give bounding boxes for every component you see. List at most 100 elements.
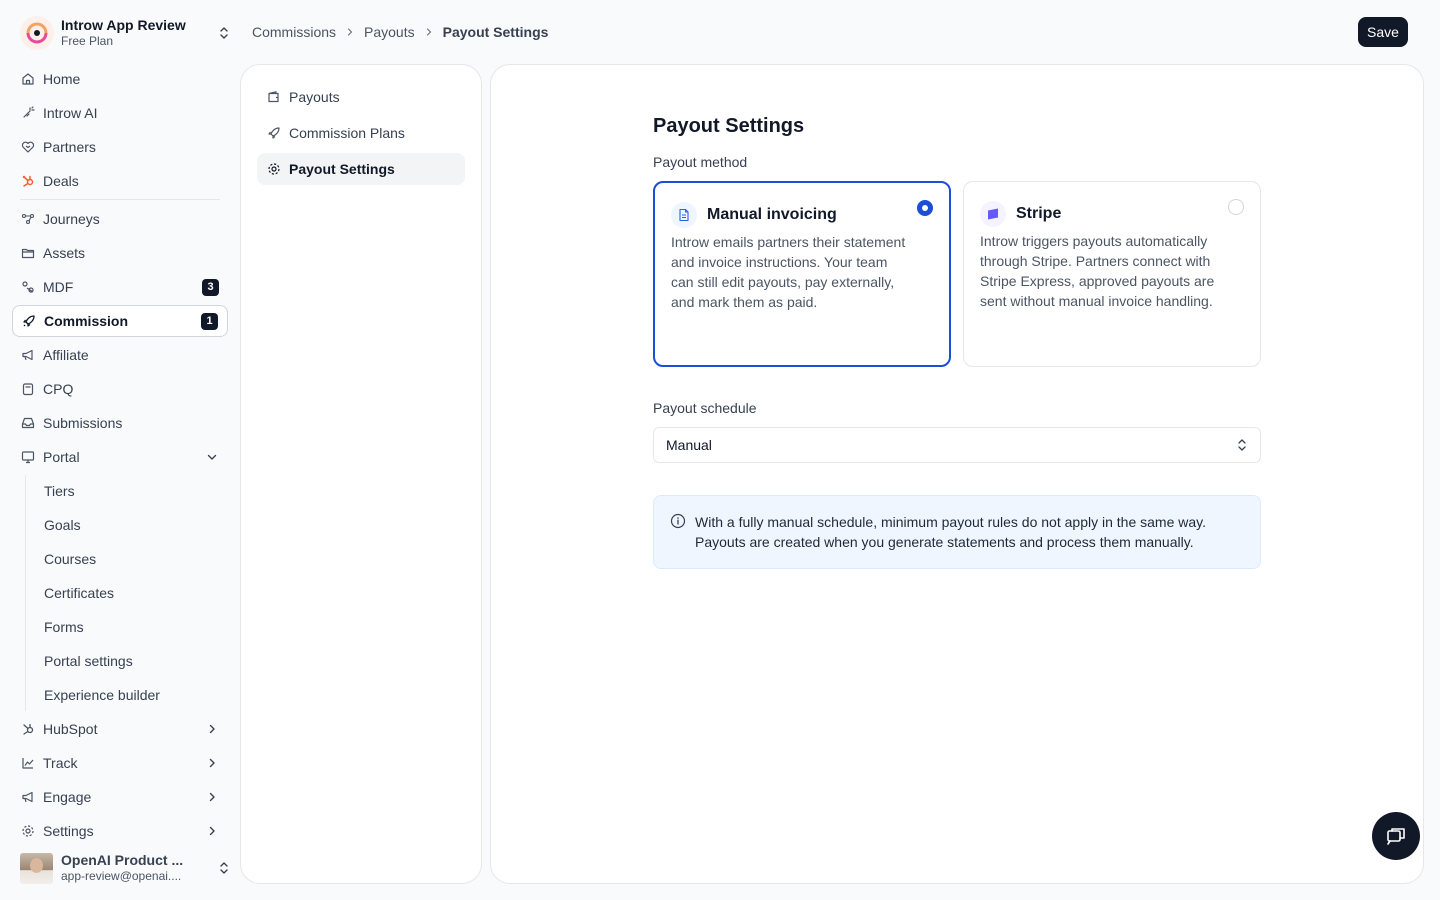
folder-icon <box>21 246 35 260</box>
breadcrumb-payouts[interactable]: Payouts <box>364 24 415 40</box>
avatar <box>20 852 53 884</box>
count-badge: 1 <box>201 312 218 330</box>
sparkles-icon <box>21 106 35 120</box>
sidebar-item-label: CPQ <box>43 381 74 397</box>
count-badge: 3 <box>202 278 219 296</box>
info-callout: With a fully manual schedule, minimum pa… <box>653 495 1261 569</box>
payout-schedule-label: Payout schedule <box>653 400 757 416</box>
card-title: Manual invoicing <box>707 206 837 223</box>
chevron-down-icon <box>207 454 217 460</box>
sidebar-item-partners[interactable]: Partners <box>12 131 228 163</box>
sidebar-item-commission[interactable]: Commission 1 <box>12 305 228 337</box>
sidebar-item-assets[interactable]: Assets <box>12 237 228 269</box>
sidebar-item-hubspot[interactable]: HubSpot <box>12 713 228 745</box>
org-switcher[interactable]: Introw App Review Free Plan <box>20 14 232 52</box>
journeys-icon <box>21 212 35 226</box>
chevron-right-icon <box>209 724 215 734</box>
org-plan: Free Plan <box>61 34 114 49</box>
home-icon <box>21 72 35 86</box>
sidebar-item-introw-ai[interactable]: Introw AI <box>12 97 228 129</box>
percent-icon <box>21 280 35 294</box>
sidebar-item-label: HubSpot <box>43 721 98 737</box>
sidebar-subitem-forms[interactable]: Forms <box>26 611 228 643</box>
chevron-right-icon <box>426 28 431 36</box>
sidebar-item-engage[interactable]: Engage <box>12 781 228 813</box>
sidebar-item-label: Partners <box>43 139 96 155</box>
introw-logo-icon <box>20 16 54 50</box>
sidebar-subitem-courses[interactable]: Courses <box>26 543 228 575</box>
sidebar-item-portal[interactable]: Portal <box>12 441 228 473</box>
subnav-item-commission-plans[interactable]: Commission Plans <box>257 117 465 149</box>
sidebar-item-cpq[interactable]: CPQ <box>12 373 228 405</box>
main-panel: Payout Settings Payout method Manual inv… <box>490 64 1424 884</box>
sidebar-item-label: Submissions <box>43 415 123 431</box>
chevron-right-icon <box>209 792 215 802</box>
inbox-icon <box>21 416 35 430</box>
sidebar-item-settings[interactable]: Settings <box>12 815 228 847</box>
hubspot-icon <box>21 722 35 736</box>
document-icon <box>671 202 697 228</box>
sidebar-subitem-label: Portal settings <box>44 653 133 669</box>
sidebar-item-label: Home <box>43 71 81 87</box>
sidebar-item-mdf[interactable]: MDF 3 <box>12 271 228 303</box>
sidebar-item-journeys[interactable]: Journeys <box>12 203 228 235</box>
sidebar-subitem-experience-builder[interactable]: Experience builder <box>26 679 228 711</box>
commission-subnav: Payouts Commission Plans Payout Settings <box>240 64 482 884</box>
sidebar-item-affiliate[interactable]: Affiliate <box>12 339 228 371</box>
sidebar-subitem-label: Certificates <box>44 585 115 601</box>
sidebar-subitem-tiers[interactable]: Tiers <box>26 475 228 507</box>
sidebar-item-home[interactable]: Home <box>12 63 228 95</box>
chevron-right-icon <box>209 758 215 768</box>
sidebar-item-label: Introw AI <box>43 105 98 121</box>
sidebar-item-label: Assets <box>43 245 86 261</box>
portal-submenu: Tiers Goals Courses Certificates Forms P… <box>25 475 228 711</box>
sidebar-item-label: Engage <box>43 789 92 805</box>
chat-launcher-button[interactable] <box>1372 812 1420 860</box>
card-title: Stripe <box>1016 205 1062 222</box>
sidebar-item-label: Portal <box>43 449 80 465</box>
handshake-icon <box>21 140 35 154</box>
sidebar-subitem-label: Tiers <box>44 483 75 499</box>
sidebar-subitem-portal-settings[interactable]: Portal settings <box>26 645 228 677</box>
card-description: Introw triggers payouts automatically th… <box>980 233 1215 309</box>
sidebar-subitem-goals[interactable]: Goals <box>26 509 228 541</box>
sidebar-item-label: Journeys <box>43 211 100 227</box>
megaphone-icon <box>21 348 35 362</box>
chart-icon <box>21 756 35 770</box>
nav-divider <box>20 199 220 200</box>
gear-icon <box>21 824 35 838</box>
subnav-item-label: Payouts <box>289 89 340 105</box>
user-name: OpenAI Product ... <box>61 852 184 869</box>
sidebar-item-submissions[interactable]: Submissions <box>12 407 228 439</box>
subnav-item-payouts[interactable]: Payouts <box>257 81 465 113</box>
subnav-item-payout-settings[interactable]: Payout Settings <box>257 153 465 185</box>
sidebar-item-label: Track <box>43 755 78 771</box>
chevron-right-icon <box>347 28 353 36</box>
wallet-icon <box>267 90 281 104</box>
radio-manual-invoicing[interactable] <box>917 200 933 216</box>
radio-stripe[interactable] <box>1228 199 1244 215</box>
sidebar-item-track[interactable]: Track <box>12 747 228 779</box>
sidebar-item-label: Deals <box>43 173 79 189</box>
breadcrumb: Commissions Payouts Payout Settings <box>252 22 548 42</box>
payout-method-stripe-card[interactable]: Stripe Introw triggers payouts automatic… <box>963 181 1261 367</box>
user-email: app-review@openai.... <box>61 869 182 884</box>
breadcrumb-commissions[interactable]: Commissions <box>252 24 336 40</box>
user-menu[interactable]: OpenAI Product ... app-review@openai.... <box>20 852 232 884</box>
sidebar-subitem-certificates[interactable]: Certificates <box>26 577 228 609</box>
sidebar-item-label: Affiliate <box>43 347 89 363</box>
sidebar-item-deals[interactable]: Deals <box>12 165 228 197</box>
org-name: Introw App Review <box>61 17 186 34</box>
payout-method-label: Payout method <box>653 154 748 170</box>
payout-method-manual-card[interactable]: Manual invoicing Introw emails partners … <box>653 181 951 367</box>
stripe-icon <box>980 201 1006 227</box>
megaphone-icon <box>21 790 35 804</box>
select-value: Manual <box>666 437 712 453</box>
info-icon <box>670 513 686 529</box>
payout-schedule-select[interactable]: Manual <box>653 427 1261 463</box>
sidebar-item-label: Commission <box>44 313 129 329</box>
subnav-item-label: Commission Plans <box>289 125 405 141</box>
rocket-icon <box>22 314 36 328</box>
sidebar-subitem-label: Courses <box>44 551 97 567</box>
save-button[interactable]: Save <box>1358 17 1408 47</box>
